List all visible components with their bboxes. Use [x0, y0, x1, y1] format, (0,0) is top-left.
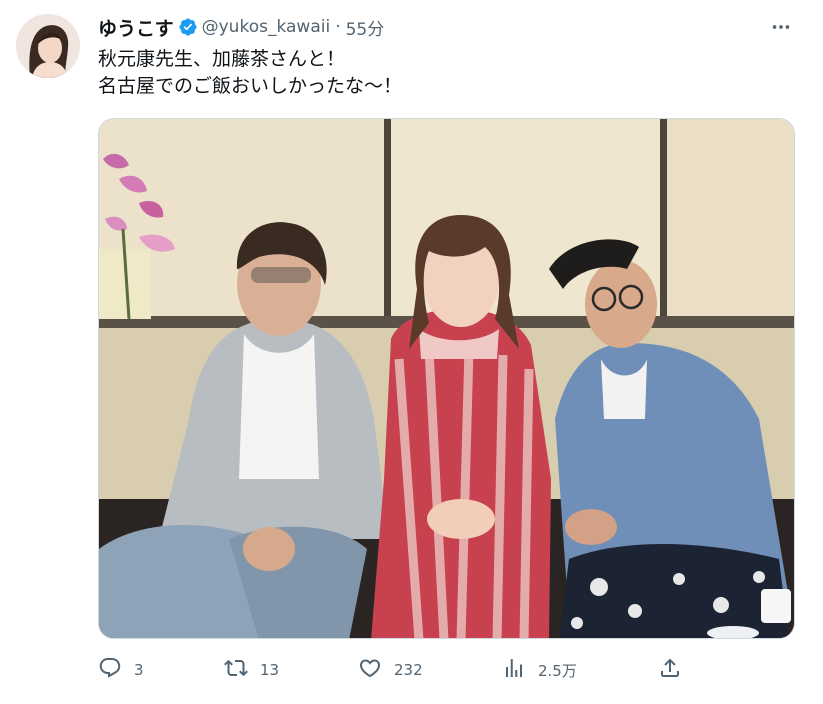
retweet-icon	[224, 656, 248, 684]
tweet-actions: 3 13 232 2.5万	[98, 652, 718, 688]
share-icon	[658, 656, 682, 684]
verified-badge-icon	[178, 17, 198, 37]
display-name[interactable]: ゆうこす	[98, 14, 174, 41]
tweet-text-line: 名古屋でのご飯おいしかったな〜！	[98, 75, 403, 97]
avatar[interactable]	[16, 14, 80, 78]
views-count: 2.5万	[538, 661, 577, 680]
views-icon	[502, 656, 526, 684]
like-count: 232	[394, 661, 423, 679]
reply-button[interactable]: 3	[98, 652, 144, 688]
reply-icon	[98, 656, 122, 684]
photo-illustration	[99, 119, 794, 638]
retweet-count: 13	[260, 661, 280, 679]
like-button[interactable]: 232	[358, 652, 423, 688]
separator-dot: ·	[335, 17, 341, 37]
tweet-text-line: 秋元康先生、加藤茶さんと！	[98, 48, 346, 70]
user-handle[interactable]: @yukos_kawaii	[202, 17, 331, 37]
tweet-timestamp[interactable]: 55分	[346, 15, 385, 40]
tweet: ゆうこす @yukos_kawaii · 55分 秋元康先生、加藤茶さんと！ 名…	[0, 0, 823, 704]
tweet-header: ゆうこす @yukos_kawaii · 55分	[98, 14, 384, 40]
views-button[interactable]: 2.5万	[502, 652, 577, 688]
tweet-text: 秋元康先生、加藤茶さんと！ 名古屋でのご飯おいしかったな〜！	[98, 46, 788, 100]
like-icon	[358, 656, 382, 684]
reply-count: 3	[134, 661, 144, 679]
more-icon[interactable]	[766, 15, 796, 39]
avatar-image	[16, 14, 80, 78]
tweet-photo[interactable]	[98, 118, 795, 639]
retweet-button[interactable]: 13	[224, 652, 279, 688]
share-button[interactable]	[658, 652, 682, 688]
